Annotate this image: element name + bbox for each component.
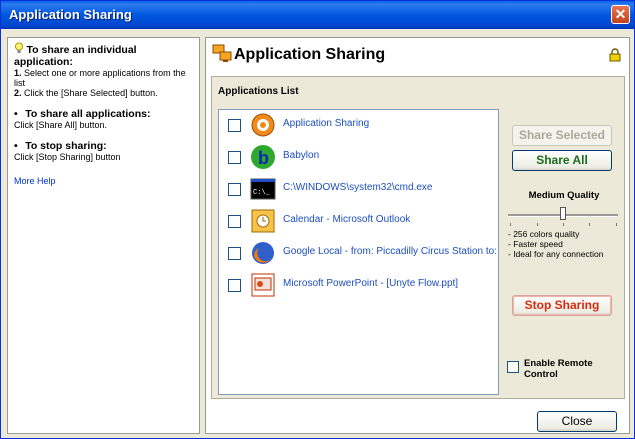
slider-tick xyxy=(589,223,590,226)
applications-pane: Applications List Application Sharing b … xyxy=(211,76,625,399)
close-window-button[interactable]: ✕ xyxy=(611,5,630,24)
all-heading: To share all applications: xyxy=(25,108,151,120)
slider-tick xyxy=(510,223,511,226)
applications-list[interactable]: Application Sharing b Babylon C:\_ C:\WI… xyxy=(218,109,499,395)
app-checkbox[interactable] xyxy=(228,151,241,164)
app-checkbox[interactable] xyxy=(228,183,241,196)
individual-step-2: 2. Click the [Share Selected] button. xyxy=(14,88,158,98)
list-item[interactable]: C:\_ C:\WINDOWS\system32\cmd.exe xyxy=(219,174,498,204)
app-checkbox[interactable] xyxy=(228,119,241,132)
title-bar[interactable]: Application Sharing ✕ xyxy=(1,1,634,29)
app-checkbox[interactable] xyxy=(228,215,241,228)
list-item[interactable]: b Babylon xyxy=(219,142,498,172)
applications-list-heading: Applications List xyxy=(218,86,299,97)
list-item[interactable]: Google Local - from: Piccadilly Circus S… xyxy=(219,238,498,268)
help-panel: To share an individual application: 1. S… xyxy=(7,37,200,434)
window-title: Application Sharing xyxy=(9,7,132,22)
quality-description: - 256 colors quality - Faster speed - Id… xyxy=(508,229,604,259)
application-sharing-window: Application Sharing ✕ To share an indivi… xyxy=(0,0,635,439)
share-selected-button[interactable]: Share Selected xyxy=(512,125,612,146)
bullet: • xyxy=(14,140,18,152)
more-help-link[interactable]: More Help xyxy=(14,176,193,186)
svg-text:b: b xyxy=(258,148,269,168)
individual-heading: To share an individual application: xyxy=(14,44,137,68)
enable-remote-control-label[interactable]: Enable Remote Control xyxy=(524,358,608,380)
close-button[interactable]: Close xyxy=(537,411,617,432)
outlook-calendar-icon xyxy=(251,209,275,233)
enable-remote-control-checkbox[interactable] xyxy=(507,361,519,373)
slider-tick xyxy=(563,223,564,226)
quality-label: Medium Quality xyxy=(528,190,600,201)
list-item[interactable]: Calendar - Microsoft Outlook xyxy=(219,206,498,236)
all-text: Click [Share All] button. xyxy=(14,120,108,130)
list-item[interactable]: Application Sharing xyxy=(219,110,498,140)
svg-text:C:\_: C:\_ xyxy=(253,189,271,197)
individual-step-1: 1. Select one or more applications from … xyxy=(14,68,186,88)
babylon-icon: b xyxy=(251,145,275,169)
stop-heading: To stop sharing: xyxy=(25,140,107,152)
app-sharing-monitor-icon xyxy=(212,44,232,62)
powerpoint-icon xyxy=(251,273,275,297)
list-item[interactable]: Microsoft PowerPoint - [Unyte Flow.ppt] xyxy=(219,270,498,300)
lightbulb-icon xyxy=(15,42,23,53)
stop-sharing-button[interactable]: Stop Sharing xyxy=(512,295,612,316)
slider-tick xyxy=(616,223,617,226)
app-checkbox[interactable] xyxy=(228,247,241,260)
stop-text: Click [Stop Sharing] button xyxy=(14,152,121,162)
app-sharing-icon xyxy=(251,113,275,137)
bullet: • xyxy=(14,108,18,120)
cmd-icon: C:\_ xyxy=(250,178,276,200)
main-title: Application Sharing xyxy=(234,46,386,63)
share-all-button[interactable]: Share All xyxy=(512,150,612,171)
lock-icon xyxy=(609,48,621,62)
app-checkbox[interactable] xyxy=(228,279,241,292)
slider-tick xyxy=(537,223,538,226)
firefox-icon xyxy=(252,242,274,264)
main-panel: Application Sharing Applications List Ap… xyxy=(205,37,630,434)
quality-slider-thumb[interactable] xyxy=(560,207,566,220)
